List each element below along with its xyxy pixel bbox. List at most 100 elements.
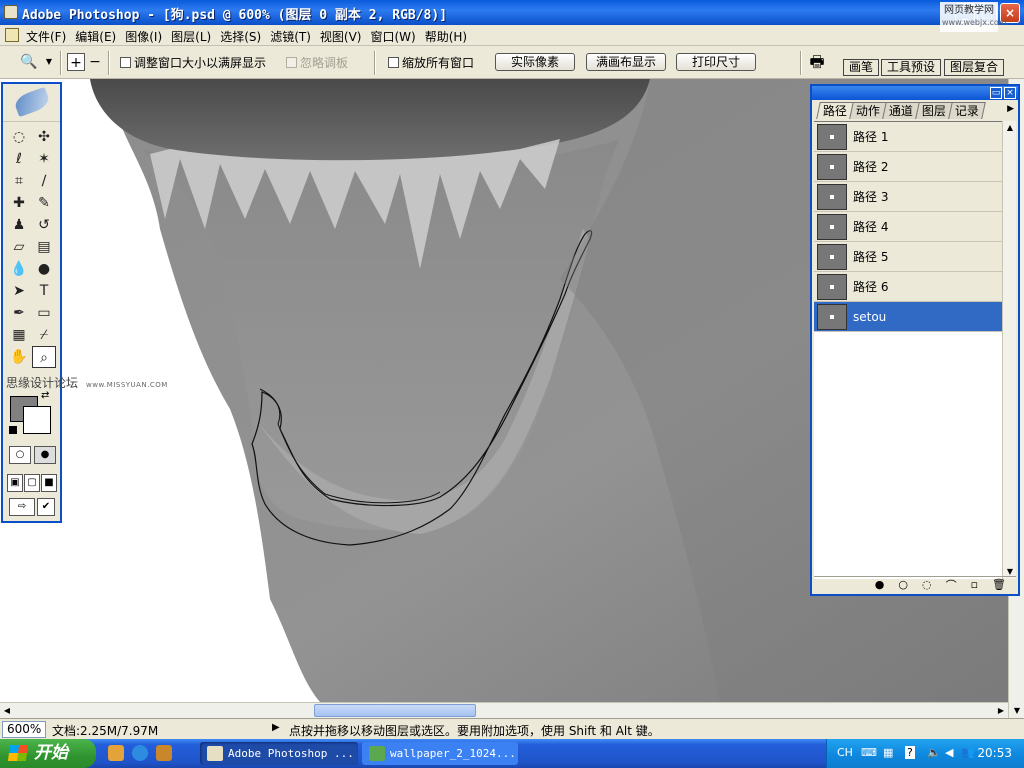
scroll-down-icon[interactable]: ▼ <box>1010 704 1024 718</box>
menu-filter[interactable]: 滤镜(T) <box>270 28 320 45</box>
zoom-tool-preset-icon[interactable]: 🔍 <box>20 53 38 71</box>
lasso-tool-icon[interactable]: ℓ <box>7 148 31 170</box>
gradient-tool-icon[interactable]: ▤ <box>32 236 56 258</box>
status-menu-arrow-icon[interactable]: ▶ <box>272 722 280 733</box>
language-indicator[interactable]: CH <box>837 746 853 759</box>
path-row-2[interactable]: 路径 2 <box>814 152 1004 182</box>
brush-tool-icon[interactable]: ✎ <box>32 192 56 214</box>
menu-help[interactable]: 帮助(H) <box>425 28 476 45</box>
move-tool-icon[interactable]: ✣ <box>32 126 56 148</box>
history-brush-tool-icon[interactable]: ↺ <box>32 214 56 236</box>
background-color-swatch[interactable] <box>23 406 51 434</box>
path-row-1[interactable]: 路径 1 <box>814 122 1004 152</box>
slice-tool-icon[interactable]: ∕ <box>32 170 56 192</box>
resize-windows-checkbox[interactable]: 调整窗口大小以满屏显示 <box>120 54 266 71</box>
eraser-tool-icon[interactable]: ▱ <box>7 236 31 258</box>
tab-channels[interactable]: 通道 <box>882 102 920 119</box>
path-row-setou[interactable]: setou <box>814 302 1004 332</box>
panel-header[interactable]: ▭ × <box>812 86 1018 100</box>
horizontal-scrollbar[interactable]: ◀ ▶ <box>0 702 1008 718</box>
zoom-all-windows-checkbox[interactable]: 缩放所有窗口 <box>388 54 474 71</box>
checkbox-box[interactable] <box>120 57 131 68</box>
quick-mask-mode-button[interactable]: ● <box>34 446 56 464</box>
help-icon[interactable]: ? <box>905 746 915 759</box>
notes-tool-icon[interactable]: ▦ <box>7 324 31 346</box>
back-arrow-icon[interactable]: ◀ <box>945 746 953 759</box>
path-row-4[interactable]: 路径 4 <box>814 212 1004 242</box>
print-size-button[interactable]: 打印尺寸 <box>676 53 756 71</box>
marquee-tool-icon[interactable]: ◌ <box>7 126 31 148</box>
zoom-out-icon[interactable]: − <box>86 53 104 71</box>
taskbar-wallpaper[interactable]: wallpaper_2_1024... <box>362 742 518 765</box>
eyedropper-tool-icon[interactable]: ⌿ <box>32 324 56 346</box>
clone-stamp-tool-icon[interactable]: ♟ <box>7 214 31 236</box>
scroll-left-icon[interactable]: ◀ <box>0 704 14 718</box>
menu-select[interactable]: 选择(S) <box>220 28 270 45</box>
dodge-tool-icon[interactable]: ● <box>32 258 56 280</box>
ignore-palettes-checkbox[interactable]: 忽略调板 <box>286 54 348 71</box>
make-work-path-icon[interactable]: ⌒ <box>946 577 957 593</box>
horizontal-scroll-thumb[interactable] <box>314 704 476 717</box>
load-as-selection-icon[interactable]: ◌ <box>922 578 932 591</box>
palette-well-layer-comps-tab[interactable]: 图层复合 <box>944 59 1005 76</box>
standard-mode-button[interactable]: ○ <box>9 446 31 464</box>
zoom-in-icon[interactable]: + <box>67 53 85 71</box>
palette-well-tool-presets-tab[interactable]: 工具预设 <box>881 59 942 76</box>
quick-launch-firefox-icon[interactable] <box>108 745 124 761</box>
quick-launch-ie-icon[interactable] <box>132 745 148 761</box>
zoom-level-field[interactable]: 600% <box>2 721 46 738</box>
taskbar-photoshop[interactable]: Adobe Photoshop ... <box>200 742 358 765</box>
volume-icon[interactable]: 🔈 <box>927 746 941 759</box>
magic-wand-tool-icon[interactable]: ✶ <box>32 148 56 170</box>
healing-brush-tool-icon[interactable]: ✚ <box>7 192 31 214</box>
blur-tool-icon[interactable]: 💧 <box>7 258 31 280</box>
tab-paths[interactable]: 路径 <box>816 102 854 119</box>
panel-close-button[interactable]: × <box>1004 87 1016 99</box>
palette-well-brushes-tab[interactable]: 画笔 <box>843 59 880 76</box>
path-selection-tool-icon[interactable]: ➤ <box>7 280 31 302</box>
menu-file[interactable]: 文件(F) <box>26 28 75 45</box>
tab-layers[interactable]: 图层 <box>915 102 953 119</box>
photoshop-app-icon[interactable] <box>4 5 18 19</box>
menu-image[interactable]: 图像(I) <box>125 28 171 45</box>
grid-icon[interactable]: ▦ <box>883 746 893 759</box>
scroll-up-icon[interactable]: ▲ <box>1003 121 1017 135</box>
menu-view[interactable]: 视图(V) <box>320 28 371 45</box>
toolbox-header[interactable] <box>3 84 60 122</box>
shape-tool-icon[interactable]: ▭ <box>32 302 56 324</box>
menu-window[interactable]: 窗口(W) <box>370 28 424 45</box>
stroke-path-icon[interactable]: ○ <box>898 578 908 591</box>
file-browser-icon[interactable]: 🖶 <box>808 53 826 71</box>
pen-tool-icon[interactable]: ✒ <box>7 302 31 324</box>
hand-tool-icon[interactable]: ✋ <box>7 346 31 368</box>
crop-tool-icon[interactable]: ⌗ <box>7 170 31 192</box>
keyboard-icon[interactable]: ⌨ <box>861 746 877 759</box>
path-row-3[interactable]: 路径 3 <box>814 182 1004 212</box>
actual-pixels-button[interactable]: 实际像素 <box>495 53 575 71</box>
document-icon[interactable] <box>5 28 19 42</box>
scroll-right-icon[interactable]: ▶ <box>994 704 1008 718</box>
default-colors-icon[interactable] <box>9 426 17 434</box>
swap-colors-icon[interactable]: ⇄ <box>41 390 49 401</box>
menu-edit[interactable]: 编辑(E) <box>75 28 125 45</box>
start-button[interactable]: 开始 <box>0 739 96 768</box>
messenger-icon[interactable]: 👥 <box>961 746 975 759</box>
delete-path-icon[interactable]: 🗑 <box>992 578 1006 591</box>
tab-actions[interactable]: 动作 <box>849 102 887 119</box>
tab-history[interactable]: 记录 <box>948 102 986 119</box>
path-list-scrollbar[interactable]: ▲ ▼ <box>1002 121 1016 579</box>
checkbox-box[interactable] <box>286 57 297 68</box>
full-screen-mode-button[interactable]: ■ <box>41 474 57 492</box>
fit-screen-button[interactable]: 满画布显示 <box>586 53 666 71</box>
panel-minimize-button[interactable]: ▭ <box>990 87 1002 99</box>
quick-launch-app-icon[interactable] <box>156 745 172 761</box>
new-path-icon[interactable]: ▫ <box>971 578 978 591</box>
menu-layer[interactable]: 图层(L) <box>171 28 220 45</box>
jump-to-imageready-icon[interactable]: ⇨ <box>9 498 35 516</box>
path-row-5[interactable]: 路径 5 <box>814 242 1004 272</box>
edit-in-imageready-icon[interactable]: ✔ <box>37 498 55 516</box>
zoom-tool-icon[interactable]: ⌕ <box>32 346 56 368</box>
checkbox-box[interactable] <box>388 57 399 68</box>
path-row-6[interactable]: 路径 6 <box>814 272 1004 302</box>
full-screen-menu-mode-button[interactable]: ▢ <box>24 474 40 492</box>
